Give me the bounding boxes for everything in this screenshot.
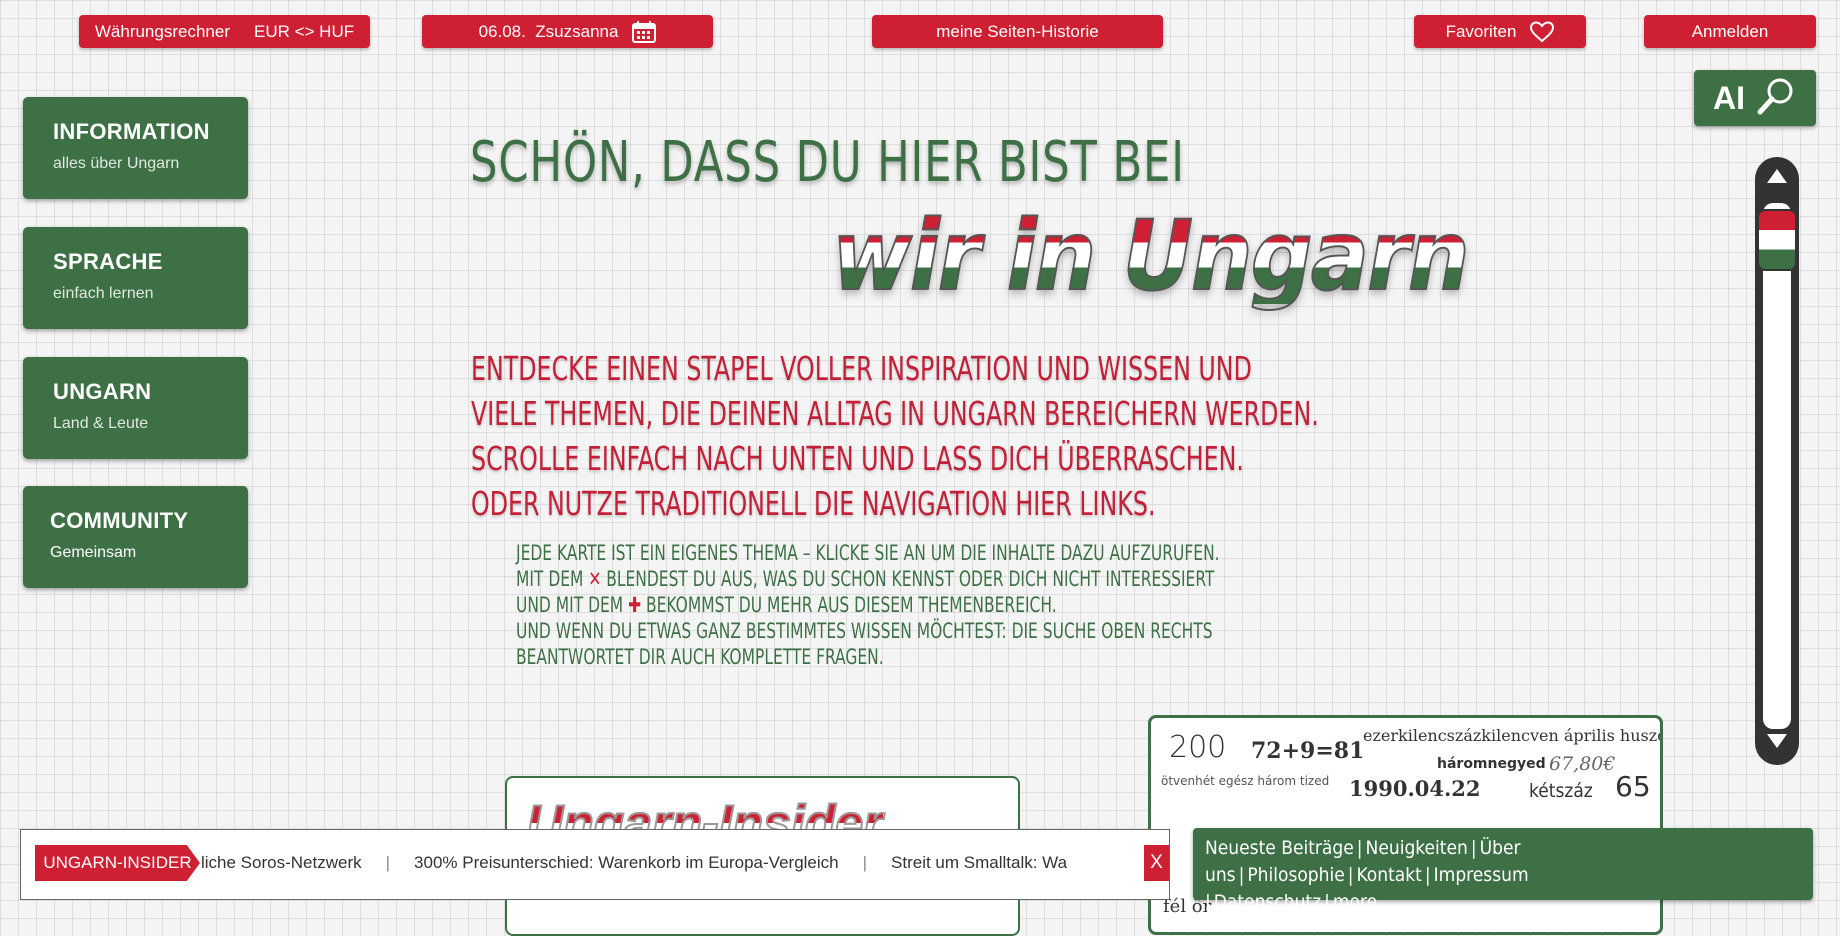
footer-link-imprint[interactable]: Impressum	[1434, 864, 1529, 886]
nav-card-title: SPRACHE	[53, 249, 163, 274]
number-sample: háromnegyed	[1437, 756, 1546, 772]
footer-separator: |	[1238, 864, 1245, 886]
footer-link-privacy[interactable]: Datenschutz	[1214, 891, 1321, 913]
footer-separator: |	[1424, 864, 1431, 886]
number-sample: 65	[1615, 770, 1651, 803]
ticker-track: liche Soros-Netzwerk | 300% Preisuntersc…	[201, 845, 1143, 881]
scroll-down-arrow-icon[interactable]	[1765, 732, 1789, 755]
favorites-button[interactable]: Favoriten	[1414, 15, 1586, 48]
intro-line: ODER NUTZE TRADITIONELL DIE NAVIGATION H…	[471, 484, 1156, 523]
ticker-item[interactable]: Streit um Smalltalk: Wa	[891, 853, 1067, 873]
calendar-icon	[632, 20, 657, 43]
usage-hint-text: JEDE KARTE IST EIN EIGENES THEMA – KLICK…	[516, 540, 1220, 670]
number-sample: ezerkilencszázkilencven április huszonke…	[1363, 726, 1660, 745]
footer-link-philosophy[interactable]: Philosophie	[1247, 864, 1344, 886]
close-x-icon: ✕	[588, 567, 602, 591]
ai-search-label: AI	[1713, 79, 1745, 116]
ticker-separator: |	[385, 853, 391, 872]
site-brand-logo: wir in Ungarn	[831, 200, 1470, 312]
ticker-label[interactable]: UNGARN-INSIDER	[35, 845, 200, 881]
ticker-close-button[interactable]: X	[1144, 845, 1169, 881]
nav-card-sprache[interactable]: SPRACHE einfach lernen	[23, 227, 248, 329]
nav-card-subtitle: einfach lernen	[53, 285, 154, 302]
date-nameday-label: 06.08. Zsuzsanna	[478, 21, 619, 41]
footer-separator: |	[1347, 864, 1354, 886]
number-sample: 1990.04.22	[1349, 776, 1481, 801]
footer-separator: |	[1470, 837, 1477, 859]
ticker-item[interactable]: liche Soros-Netzwerk	[201, 853, 362, 873]
hint-text: BEKOMMST DU MEHR AUS DIESEM THEMENBEREIC…	[646, 593, 1057, 617]
hint-line: UND WENN DU ETWAS GANZ BESTIMMTES WISSEN…	[516, 619, 1213, 643]
nav-card-ungarn[interactable]: UNGARN Land & Leute	[23, 357, 248, 459]
hint-line: JEDE KARTE IST EIN EIGENES THEMA – KLICK…	[516, 541, 1220, 565]
hint-line: MIT DEM ✕ BLENDEST DU AUS, WAS DU SCHON …	[516, 566, 1220, 592]
number-sample: 72+9=81	[1251, 738, 1365, 764]
ai-search-button[interactable]: AI	[1694, 70, 1816, 126]
intro-line: SCROLLE EINFACH NACH UNTEN UND LASS DICH…	[471, 439, 1244, 478]
login-button[interactable]: Anmelden	[1644, 15, 1816, 48]
currency-converter-label: Währungsrechner	[94, 21, 230, 41]
heart-icon	[1530, 20, 1555, 43]
nav-card-subtitle: alles über Ungarn	[53, 155, 180, 172]
news-ticker: UNGARN-INSIDER liche Soros-Netzwerk | 30…	[20, 829, 1170, 900]
page-history-label: meine Seiten-Historie	[936, 21, 1099, 41]
nav-card-title: COMMUNITY	[50, 508, 189, 533]
scroll-thumb-flag[interactable]	[1757, 209, 1797, 271]
footer-separator: |	[1356, 837, 1363, 859]
page-scroll-slider[interactable]	[1755, 157, 1799, 765]
footer-link-news[interactable]: Neuigkeiten	[1366, 837, 1468, 859]
nav-card-title: UNGARN	[53, 379, 152, 404]
hint-line: UND MIT DEM ✚ BEKOMMST DU MEHR AUS DIESE…	[516, 592, 1220, 618]
nav-card-title: INFORMATION	[53, 119, 210, 144]
footer-links-box: Neueste Beiträge | Neuigkeiten | Über uns | Ph…	[1193, 828, 1813, 913]
footer-link-contact[interactable]: Kontakt	[1357, 864, 1422, 886]
intro-line: VIELE THEMEN, DIE DEINEN ALLTAG IN UNGAR…	[471, 394, 1319, 433]
footer-separator: |	[1324, 891, 1330, 913]
nav-card-subtitle: Gemeinsam	[50, 544, 137, 561]
page-history-button[interactable]: meine Seiten-Historie	[872, 15, 1163, 48]
intro-line: ENTDECKE EINEN STAPEL VOLLER INSPIRATION…	[471, 349, 1252, 388]
footer-separator: |	[1205, 891, 1211, 913]
nav-card-subtitle: Land & Leute	[53, 415, 149, 432]
footer-link-latest-posts[interactable]: Neueste Beiträge	[1205, 837, 1354, 859]
number-sample: 67,80€	[1549, 753, 1616, 775]
hint-line: BEANTWORTET DIR AUCH KOMPLETTE FRAGEN.	[516, 645, 884, 669]
scroll-track[interactable]	[1763, 203, 1791, 729]
favorites-label: Favoriten	[1445, 21, 1517, 41]
currency-converter-button[interactable]: Währungsrechner EUR <> HUF	[79, 15, 370, 48]
hint-text: MIT DEM	[516, 567, 584, 591]
hint-text: BLENDEST DU AUS, WAS DU SCHON KENNST ODE…	[606, 567, 1215, 591]
currency-pair-label: EUR <> HUF	[253, 21, 355, 41]
number-sample: ötvenhét egész három tized	[1161, 774, 1330, 788]
welcome-title: SCHÖN, DASS DU HIER BIST BEI	[470, 130, 1185, 195]
name-day-button[interactable]: 06.08. Zsuzsanna	[422, 15, 713, 48]
number-sample: kétszáz	[1529, 780, 1593, 802]
hint-text: UND MIT DEM	[516, 593, 624, 617]
nav-card-community[interactable]: COMMUNITY Gemeinsam	[23, 486, 248, 588]
scroll-up-arrow-icon[interactable]	[1765, 167, 1789, 190]
footer-link-more[interactable]: more	[1333, 891, 1377, 913]
magnifier-icon	[1755, 75, 1797, 122]
ticker-item[interactable]: 300% Preisunterschied: Warenkorb im Euro…	[414, 853, 839, 873]
nav-card-information[interactable]: INFORMATION alles über Ungarn	[23, 97, 248, 199]
number-sample: 200	[1169, 730, 1227, 765]
login-label: Anmelden	[1691, 21, 1769, 41]
ticker-separator: |	[862, 853, 868, 872]
plus-icon: ✚	[628, 593, 642, 617]
intro-text: ENTDECKE EINEN STAPEL VOLLER INSPIRATION…	[471, 346, 1319, 526]
